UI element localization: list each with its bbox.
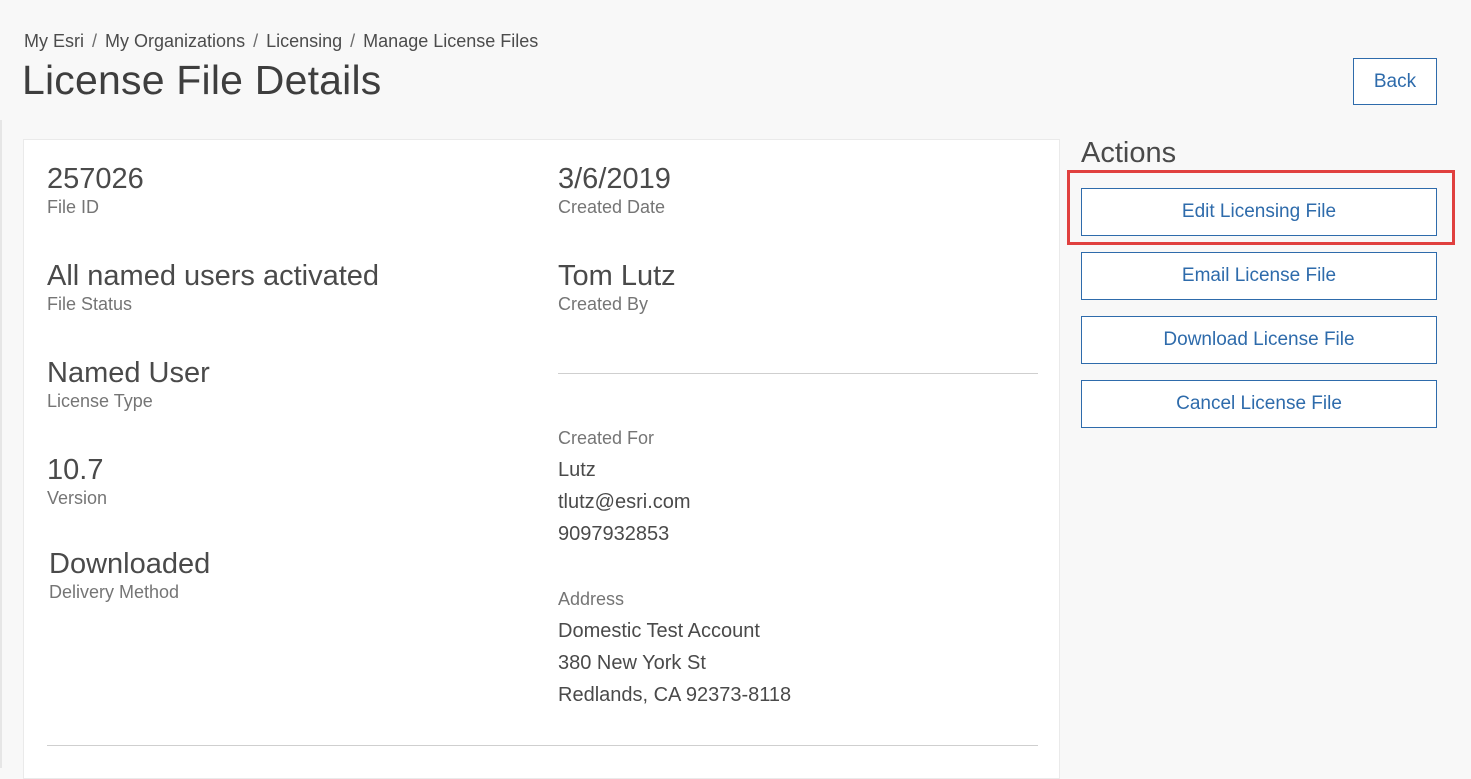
created-for-email: tlutz@esri.com xyxy=(558,491,691,513)
actions-title: Actions xyxy=(1081,137,1177,169)
edit-licensing-file-button[interactable]: Edit Licensing File xyxy=(1081,188,1437,236)
breadcrumb-separator: / xyxy=(253,31,259,51)
license-type-value: Named User xyxy=(47,357,210,389)
created-by-value: Tom Lutz xyxy=(558,260,676,292)
license-type-label: License Type xyxy=(47,391,153,411)
file-status-field: All named users activated File Status xyxy=(47,259,379,315)
file-status-value: All named users activated xyxy=(47,260,380,292)
delivery-method-value: Downloaded xyxy=(49,548,211,580)
address-line-3: Redlands, CA 92373-8118 xyxy=(558,684,792,706)
left-edge-divider xyxy=(0,120,2,768)
breadcrumb-licensing[interactable]: Licensing xyxy=(266,31,342,51)
created-by-field: Tom Lutz Created By xyxy=(558,259,676,315)
back-button[interactable]: Back xyxy=(1353,58,1437,105)
created-for-label: Created For xyxy=(558,428,655,448)
delivery-method-field: Downloaded Delivery Method xyxy=(49,547,210,603)
address-line-2: 380 New York St xyxy=(558,652,706,674)
breadcrumb: My Esri / My Organizations / Licensing / Manag… xyxy=(24,31,538,52)
cancel-license-file-button[interactable]: Cancel License File xyxy=(1081,380,1437,428)
created-for-phone: 9097932853 xyxy=(558,523,670,545)
breadcrumb-separator: / xyxy=(350,31,356,51)
version-value: 10.7 xyxy=(47,454,104,486)
version-field: 10.7 Version xyxy=(47,453,107,509)
email-license-file-button[interactable]: Email License File xyxy=(1081,252,1437,300)
bottom-divider xyxy=(47,745,1038,746)
created-for-name: Lutz xyxy=(558,459,596,481)
license-type-field: Named User License Type xyxy=(47,356,210,412)
page-title: License File Details xyxy=(22,57,382,103)
created-date-field: 3/6/2019 Created Date xyxy=(558,162,671,218)
address-line-1: Domestic Test Account xyxy=(558,620,760,642)
file-id-value: 257026 xyxy=(47,163,144,195)
license-details-card: 257026 File ID All named users activated… xyxy=(23,139,1060,779)
file-id-label: File ID xyxy=(47,197,100,217)
created-by-label: Created By xyxy=(558,294,649,314)
download-license-file-button[interactable]: Download License File xyxy=(1081,316,1437,364)
file-id-field: 257026 File ID xyxy=(47,162,144,218)
address-label: Address xyxy=(558,589,625,609)
version-label: Version xyxy=(47,488,108,508)
breadcrumb-my-esri[interactable]: My Esri xyxy=(24,31,84,51)
breadcrumb-separator: / xyxy=(92,31,98,51)
breadcrumb-my-organizations[interactable]: My Organizations xyxy=(105,31,245,51)
delivery-method-label: Delivery Method xyxy=(49,582,180,602)
breadcrumb-manage-license-files[interactable]: Manage License Files xyxy=(363,31,538,51)
created-date-label: Created Date xyxy=(558,197,666,217)
file-status-label: File Status xyxy=(47,294,133,314)
created-date-value: 3/6/2019 xyxy=(558,163,671,195)
section-divider xyxy=(558,373,1038,374)
